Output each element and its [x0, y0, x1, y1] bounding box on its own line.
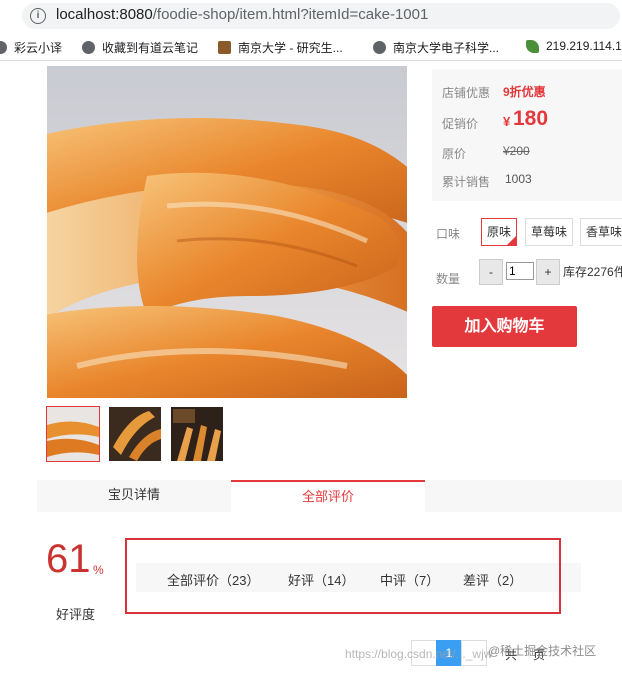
bookmark-ip[interactable]: 219.219.114.1	[526, 39, 622, 53]
promo-price-label: 促销价	[442, 117, 479, 131]
thumb-bread-image	[171, 407, 223, 461]
positive-rate-number: 61	[46, 537, 91, 581]
flavor-text: 香草味	[586, 225, 622, 239]
bookmark-nju-ee[interactable]: 南京大学电子科学...	[373, 39, 499, 56]
filter-all-reviews[interactable]: 全部评价（23）	[167, 570, 259, 589]
positive-rate-label: 好评度	[56, 607, 96, 622]
bookmark-label: 南京大学 - 研究生...	[238, 41, 343, 55]
tab-all-reviews[interactable]: 全部评价	[231, 480, 425, 512]
product-thumbnail-1[interactable]	[46, 406, 100, 462]
filter-neutral[interactable]: 中评（7）	[380, 570, 439, 589]
bookmarks-bar: 彩云小译 收藏到有道云笔记 南京大学 - 研究生... 南京大学电子科学... …	[0, 33, 622, 61]
bookmark-nju-grad[interactable]: 南京大学 - 研究生...	[218, 39, 343, 56]
quantity-increase-button[interactable]: +	[536, 259, 560, 285]
site-info-icon[interactable]: i	[30, 8, 46, 24]
thumb-bread-image	[47, 407, 99, 461]
product-thumbnail-2[interactable]	[109, 407, 161, 461]
globe-icon	[0, 41, 7, 54]
original-price: ¥200	[503, 144, 530, 158]
filter-negative[interactable]: 差评（2）	[463, 570, 522, 589]
bookmark-label: 彩云小译	[14, 41, 63, 55]
bookmark-youdao[interactable]: 收藏到有道云笔记	[82, 39, 198, 56]
url-path: /foodie-shop/item.html?itemId=cake-1001	[152, 6, 429, 23]
bookmark-caiyun[interactable]: 彩云小译	[0, 39, 62, 56]
mountain-icon	[526, 39, 539, 53]
flavor-text: 草莓味	[531, 225, 568, 239]
filter-positive[interactable]: 好评（14）	[288, 570, 354, 589]
thumb-bread-image	[109, 407, 161, 461]
quantity-decrease-button[interactable]: -	[479, 259, 503, 285]
quantity-label: 数量	[436, 272, 461, 286]
university-crest-icon	[218, 41, 231, 54]
promo-price: 180	[513, 107, 549, 130]
bookmark-label: 219.219.114.1	[546, 39, 622, 53]
original-price-label: 原价	[442, 147, 467, 161]
flavor-label: 口味	[436, 227, 461, 241]
url-host: localhost:8080	[56, 6, 153, 23]
tab-product-details[interactable]: 宝贝详情	[37, 480, 231, 512]
bookmark-label: 收藏到有道云笔记	[102, 41, 199, 55]
juejin-watermark: @稀土掘金技术社区	[488, 644, 597, 658]
add-to-cart-button[interactable]: 加入购物车	[432, 306, 577, 347]
csdn-watermark: https://blog.csdn.net/..._wjw	[345, 647, 493, 661]
stock-count: 库存2276件	[563, 265, 622, 279]
flavor-text: 原味	[487, 225, 512, 239]
sales-count: 1003	[505, 172, 532, 186]
url-text[interactable]: localhost:8080/foodie-shop/item.html?ite…	[56, 6, 428, 23]
promo-currency: ¥	[503, 114, 511, 129]
shop-discount-label: 店铺优惠	[442, 86, 491, 100]
positive-rate-unit: %	[93, 563, 104, 577]
bookmark-label: 南京大学电子科学...	[393, 41, 500, 55]
flavor-option-original[interactable]: 原味	[481, 218, 518, 246]
flavor-option-vanilla[interactable]: 香草味	[580, 218, 622, 246]
globe-icon	[82, 41, 95, 54]
product-main-image	[47, 66, 407, 398]
bread-image	[47, 66, 407, 398]
flavor-option-strawberry[interactable]: 草莓味	[525, 218, 574, 246]
product-thumbnail-3[interactable]	[171, 407, 223, 461]
sales-label: 累计销售	[442, 175, 491, 189]
globe-icon	[373, 41, 386, 54]
quantity-input[interactable]	[506, 262, 534, 280]
shop-discount-value: 9折优惠	[503, 85, 546, 99]
